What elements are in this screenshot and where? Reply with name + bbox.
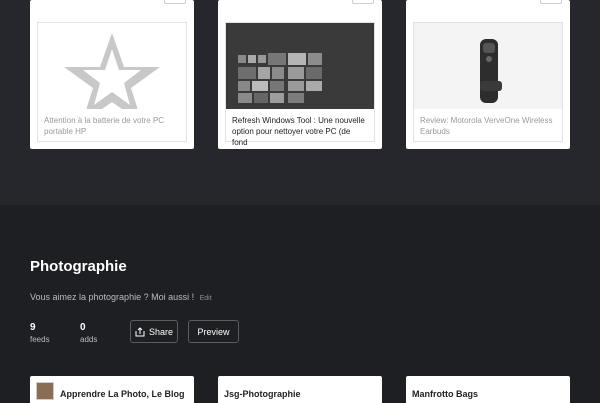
article-thumbnail	[414, 23, 562, 109]
card-action-button[interactable]	[540, 0, 562, 4]
article-caption: Refresh Windows Tool : Une nouvelle opti…	[232, 116, 365, 147]
earbud-icon	[480, 39, 502, 103]
feed-avatar	[36, 382, 54, 400]
article-caption: Review: Motorola VerveOne Wireless Earbu…	[420, 116, 553, 136]
section-description: Vous aimez la photographie ? Moi aussi !…	[30, 292, 212, 302]
feed-card[interactable]: Manfrotto Bags	[406, 376, 570, 403]
article-card[interactable]: Refresh Windows Tool : Une nouvelle opti…	[218, 0, 382, 149]
feed-title: Jsg-Photographie	[224, 389, 301, 399]
feed-title: Manfrotto Bags	[412, 389, 478, 399]
article-caption: Attention à la batterie de votre PC port…	[44, 116, 165, 136]
share-label: Share	[148, 326, 174, 337]
feed-title: Apprendre La Photo, Le Blog	[60, 389, 185, 399]
windows-tiles-icon	[226, 23, 374, 109]
feed-card[interactable]: Apprendre La Photo, Le Blog	[30, 376, 194, 403]
stat-adds: 0 adds	[80, 322, 97, 344]
share-button[interactable]: Share	[130, 320, 178, 343]
stat-label: feeds	[30, 335, 50, 344]
star-icon	[64, 33, 160, 109]
stat-label: adds	[80, 335, 98, 344]
article-thumbnail	[226, 23, 374, 109]
section-description-text: Vous aimez la photographie ? Moi aussi !	[30, 292, 195, 302]
preview-button[interactable]: Preview	[188, 320, 239, 343]
article-card[interactable]: Attention à la batterie de votre PC port…	[30, 0, 194, 149]
share-icon	[135, 326, 145, 336]
stat-value: 0	[80, 322, 86, 333]
stat-value: 9	[30, 322, 36, 333]
card-action-button[interactable]	[352, 0, 374, 4]
article-thumbnail	[38, 23, 186, 109]
stat-feeds: 9 feeds	[30, 322, 50, 344]
feed-card[interactable]: Jsg-Photographie	[218, 376, 382, 403]
card-action-button[interactable]	[164, 0, 186, 4]
section-title: Photographie	[30, 258, 127, 275]
article-card[interactable]: Review: Motorola VerveOne Wireless Earbu…	[406, 0, 570, 149]
edit-link[interactable]: Edit	[200, 295, 212, 302]
preview-label: Preview	[197, 326, 230, 337]
